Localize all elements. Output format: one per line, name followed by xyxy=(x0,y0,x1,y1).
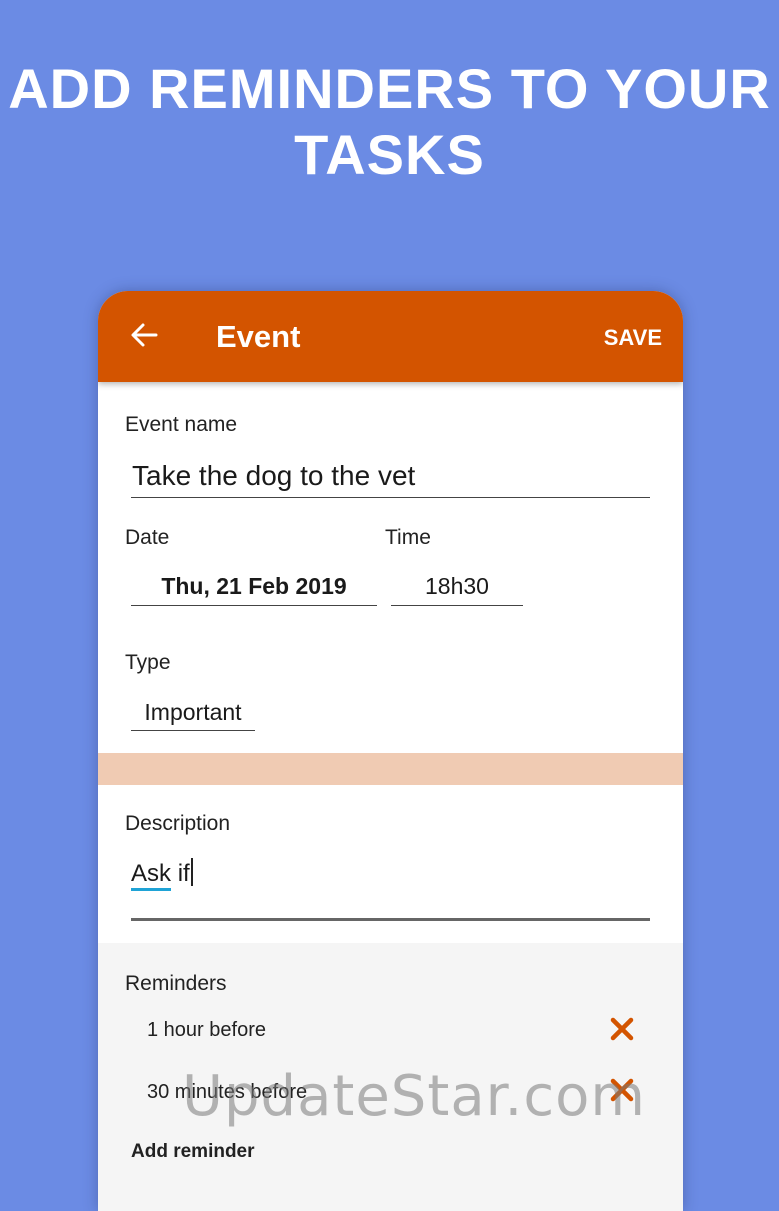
date-underline xyxy=(131,605,377,606)
description-underline xyxy=(131,918,650,921)
spellcheck-word: Ask xyxy=(131,860,172,891)
reminder-item: 1 hour before xyxy=(147,1019,266,1041)
type-select[interactable]: Important xyxy=(131,699,255,726)
section-divider xyxy=(98,753,683,785)
event-name-field[interactable]: Take the dog to the vet xyxy=(132,460,415,492)
watermark: UpdateStar.com xyxy=(182,1064,646,1129)
promo-headline: ADD REMINDERS TO YOUR TASKS xyxy=(0,56,779,188)
add-reminder-button[interactable]: Add reminder xyxy=(131,1141,255,1163)
close-icon[interactable] xyxy=(609,1016,635,1042)
arrow-left-icon[interactable] xyxy=(128,319,160,351)
text-cursor xyxy=(190,858,193,886)
headline-line-2: TASKS xyxy=(294,123,485,186)
description-field[interactable]: Ask if xyxy=(131,858,193,891)
time-field[interactable]: 18h30 xyxy=(391,573,523,600)
description-label: Description xyxy=(125,812,231,835)
description-word: if xyxy=(177,860,190,887)
date-label: Date xyxy=(125,526,170,549)
time-label: Time xyxy=(385,526,431,549)
date-field[interactable]: Thu, 21 Feb 2019 xyxy=(131,573,377,600)
event-name-label: Event name xyxy=(125,413,238,436)
save-button[interactable]: SAVE xyxy=(604,325,662,351)
type-underline xyxy=(131,730,255,731)
page-title: Event xyxy=(216,319,301,354)
type-label: Type xyxy=(125,651,171,674)
event-name-underline xyxy=(131,497,650,498)
time-underline xyxy=(391,605,523,606)
headline-line-1: ADD REMINDERS TO YOUR xyxy=(8,57,771,120)
app-bar: Event SAVE xyxy=(98,291,683,382)
reminders-label: Reminders xyxy=(125,972,227,995)
